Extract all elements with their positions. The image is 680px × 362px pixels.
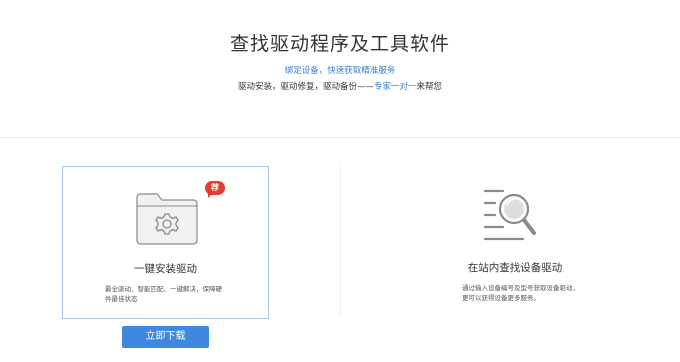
subtitle: 驱动安装，驱动修复，驱动备份——专家一对一来帮您 [0, 81, 680, 93]
expert-link[interactable]: 专家一对一 [374, 82, 417, 92]
section-divider [0, 137, 680, 138]
recommend-badge: 荐 [205, 181, 225, 198]
install-card-title: 一键安装驱动 [134, 263, 197, 275]
install-card-description: 最全驱动、智能匹配、一键解决，保障硬件最佳状态 [105, 285, 222, 303]
bind-device-link[interactable]: 绑定设备，快速获取精准服务 [0, 65, 680, 77]
download-button[interactable]: 立即下载 [122, 326, 209, 348]
search-document-icon[interactable] [483, 186, 541, 248]
page-title: 查找驱动程序及工具软件 [229, 33, 450, 55]
search-card-description: 通过输入设备编号及型号获取设备驱动，更可以获得设备更多服务。 [462, 284, 579, 302]
install-driver-card[interactable]: 荐 一键安装驱动 最全驱动、智能匹配、一键解决，保障硬件最佳状态 [62, 166, 269, 319]
vertical-divider [340, 166, 341, 316]
subtitle-prefix: 驱动安装，驱动修复，驱动备份—— [237, 82, 374, 92]
search-card-title[interactable]: 在站内查找设备驱动 [420, 261, 610, 275]
folder-gear-icon [135, 190, 199, 250]
subtitle-suffix: 来帮您 [416, 82, 443, 92]
